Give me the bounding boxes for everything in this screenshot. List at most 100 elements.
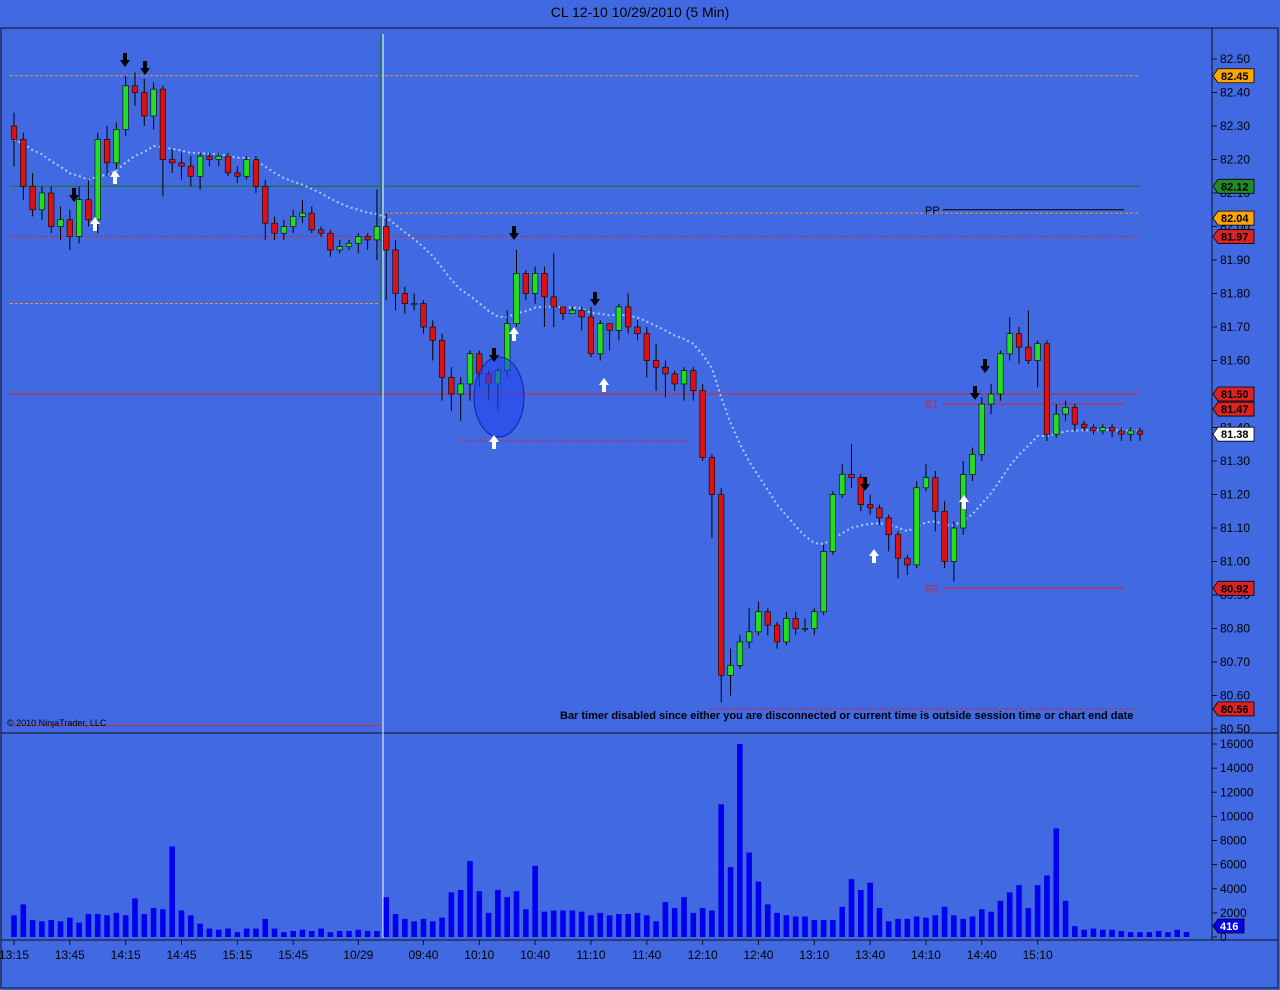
price-tick-label: 80.70 xyxy=(1220,655,1250,669)
price-tick-label: 81.80 xyxy=(1220,287,1250,301)
candle-body xyxy=(206,155,213,160)
volume-bar xyxy=(355,929,362,937)
price-label-text: 82.12 xyxy=(1221,181,1249,193)
candle-body xyxy=(85,199,92,221)
volume-bar xyxy=(681,897,687,937)
volume-group xyxy=(11,744,1190,937)
price-label-text: 81.97 xyxy=(1221,232,1249,244)
price-tick-label: 81.60 xyxy=(1220,354,1250,368)
volume-bar xyxy=(718,804,725,937)
volume-bar xyxy=(764,904,771,937)
sell-arrow-icon xyxy=(980,359,990,373)
volume-bar xyxy=(141,914,148,937)
price-tick-label: 80.60 xyxy=(1220,689,1250,703)
candle-body xyxy=(541,273,548,298)
candle-body xyxy=(1034,343,1041,361)
candle-body xyxy=(38,192,46,211)
volume-bar xyxy=(495,889,501,937)
volume-bar xyxy=(858,889,864,937)
candle-body xyxy=(1090,427,1097,432)
candle-body xyxy=(801,628,809,630)
volume-bar xyxy=(132,898,138,937)
candle-body xyxy=(224,155,232,174)
volume-bar xyxy=(253,928,259,937)
candle-body xyxy=(20,139,27,187)
candle-body xyxy=(1081,423,1088,428)
candle-body xyxy=(606,323,613,331)
volume-bar xyxy=(904,918,911,937)
time-tick-label: 13:45 xyxy=(55,948,85,962)
bar-timer-message: Bar timer disabled since either you are … xyxy=(560,710,1134,722)
volume-bar xyxy=(588,915,594,937)
price-label-82-45: 82.45 xyxy=(1212,68,1255,84)
time-tick-label: 10:40 xyxy=(520,948,550,962)
price-label-81-97: 81.97 xyxy=(1212,229,1255,244)
candle-body xyxy=(894,534,902,559)
volume-bar xyxy=(1155,930,1162,937)
volume-bar xyxy=(1137,932,1143,937)
volume-bar xyxy=(374,930,380,937)
price-tick-label: 81.00 xyxy=(1220,555,1250,569)
volume-bar xyxy=(485,912,492,937)
price-tick-label: 82.30 xyxy=(1220,119,1250,133)
volume-bar xyxy=(550,910,557,937)
volume-bar xyxy=(476,891,483,937)
volume-bar xyxy=(1183,931,1190,937)
time-tick-label: 10:10 xyxy=(464,948,494,962)
candle-body xyxy=(1127,430,1134,435)
time-tick-label: 11:10 xyxy=(576,948,605,962)
volume-bar xyxy=(420,918,427,937)
time-tick-label: 14:15 xyxy=(111,948,141,962)
candle-body xyxy=(122,85,129,130)
candle-body xyxy=(141,92,148,117)
candle-body xyxy=(532,273,539,294)
price-label-81-38: 81.38 xyxy=(1212,426,1255,442)
candle-body xyxy=(392,249,399,294)
volume-bar xyxy=(625,914,631,937)
annotation-ellipse xyxy=(473,356,525,438)
candle-body xyxy=(383,226,390,251)
price-label-82-12: 82.12 xyxy=(1212,178,1255,194)
price-tick-label: 80.50 xyxy=(1220,722,1250,736)
candle-body xyxy=(969,453,976,475)
volume-bar xyxy=(885,921,892,937)
price-label-text: 80.92 xyxy=(1221,583,1249,595)
volume-bar xyxy=(448,892,455,937)
candle-body xyxy=(178,162,185,167)
volume-bar xyxy=(225,928,231,937)
volume-bar xyxy=(76,922,82,937)
volume-bar xyxy=(504,897,510,937)
volume-bar xyxy=(150,908,157,937)
candle-body xyxy=(429,326,436,341)
volume-bar xyxy=(113,912,120,937)
candle-body xyxy=(48,192,55,227)
volume-bar xyxy=(671,908,678,937)
buy-arrow-icon xyxy=(599,378,609,392)
candle-body xyxy=(197,155,204,177)
candle-body xyxy=(671,373,678,385)
chart-canvas[interactable]: 82.5082.4082.3082.2082.1082.0081.9081.80… xyxy=(0,0,1280,990)
volume-bar xyxy=(29,920,36,937)
candle-body xyxy=(345,242,353,247)
candle-body xyxy=(690,370,697,391)
volume-bar xyxy=(783,915,790,937)
volume-bar xyxy=(206,928,213,937)
price-label-81-50: 81.50 xyxy=(1212,386,1255,402)
candle-body xyxy=(922,477,930,489)
volume-bar xyxy=(439,917,445,937)
candle-body xyxy=(867,504,874,509)
candle-body xyxy=(839,474,846,495)
candle-body xyxy=(10,125,18,140)
candle-body xyxy=(57,219,64,227)
candle-body xyxy=(615,306,622,331)
volume-bar xyxy=(616,914,622,937)
moving-average-line xyxy=(13,138,1141,545)
sell-arrow-icon xyxy=(509,226,519,240)
candle-body xyxy=(904,557,911,566)
candle-body xyxy=(913,487,920,566)
candle-body xyxy=(1099,427,1106,432)
volume-tick-label: 10000 xyxy=(1220,809,1254,823)
volume-bar xyxy=(653,921,659,937)
volume-bar xyxy=(290,930,296,937)
volume-bar xyxy=(830,920,836,937)
